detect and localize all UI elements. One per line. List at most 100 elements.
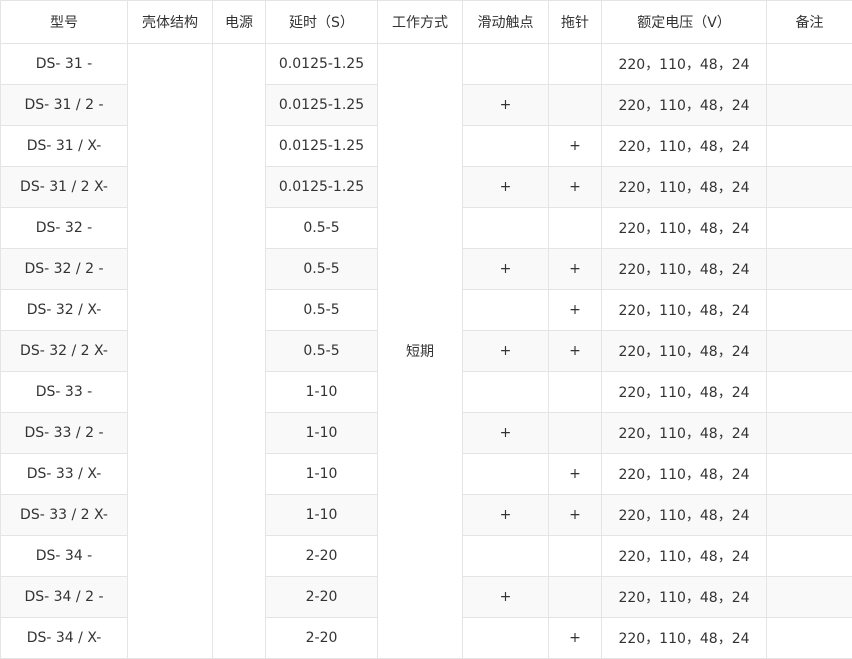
cell-drag-needle: + [549,495,602,536]
cell-rated-voltage: 220，110，48，24 [602,208,767,249]
cell-delay: 0.5-5 [266,331,378,372]
cell-model: DS- 32 / X- [1,290,128,331]
cell-remarks [767,85,852,126]
cell-remarks [767,618,852,659]
cell-housing [128,44,213,659]
cell-model: DS- 34 / 2 - [1,577,128,618]
cell-model: DS- 31 - [1,44,128,85]
cell-sliding-contact [463,44,549,85]
cell-drag-needle [549,44,602,85]
cell-remarks [767,331,852,372]
cell-model: DS- 33 - [1,372,128,413]
header-power: 电源 [213,1,266,44]
cell-remarks [767,290,852,331]
cell-sliding-contact: + [463,577,549,618]
cell-remarks [767,126,852,167]
cell-sliding-contact [463,126,549,167]
cell-model: DS- 34 - [1,536,128,577]
cell-remarks [767,372,852,413]
cell-work-mode: 短期 [378,44,463,659]
header-drag-needle: 拖针 [549,1,602,44]
cell-remarks [767,44,852,85]
cell-delay: 2-20 [266,536,378,577]
cell-sliding-contact [463,208,549,249]
header-model: 型号 [1,1,128,44]
cell-delay: 1-10 [266,495,378,536]
cell-delay: 2-20 [266,577,378,618]
cell-drag-needle: + [549,249,602,290]
table-header: 型号 壳体结构 电源 延时（S） 工作方式 滑动触点 拖针 额定电压（V） 备注 [1,1,852,44]
cell-drag-needle: + [549,331,602,372]
cell-model: DS- 34 / X- [1,618,128,659]
cell-drag-needle: + [549,290,602,331]
cell-sliding-contact: + [463,413,549,454]
header-sliding-contact: 滑动触点 [463,1,549,44]
cell-rated-voltage: 220，110，48，24 [602,167,767,208]
header-remarks: 备注 [767,1,852,44]
cell-model: DS- 33 / X- [1,454,128,495]
cell-drag-needle [549,413,602,454]
cell-delay: 0.0125-1.25 [266,167,378,208]
cell-rated-voltage: 220，110，48，24 [602,372,767,413]
cell-power [213,44,266,659]
cell-drag-needle: + [549,167,602,208]
cell-remarks [767,208,852,249]
cell-delay: 0.0125-1.25 [266,44,378,85]
cell-model: DS- 31 / X- [1,126,128,167]
cell-drag-needle: + [549,618,602,659]
cell-model: DS- 32 - [1,208,128,249]
cell-drag-needle: + [549,454,602,495]
cell-delay: 0.0125-1.25 [266,85,378,126]
cell-delay: 2-20 [266,618,378,659]
cell-rated-voltage: 220，110，48，24 [602,577,767,618]
cell-rated-voltage: 220，110，48，24 [602,618,767,659]
cell-remarks [767,249,852,290]
header-housing: 壳体结构 [128,1,213,44]
cell-delay: 0.5-5 [266,208,378,249]
cell-delay: 1-10 [266,454,378,495]
cell-remarks [767,167,852,208]
cell-rated-voltage: 220，110，48，24 [602,249,767,290]
header-delay: 延时（S） [266,1,378,44]
cell-rated-voltage: 220，110，48，24 [602,44,767,85]
cell-rated-voltage: 220，110，48，24 [602,495,767,536]
header-work-mode: 工作方式 [378,1,463,44]
cell-delay: 0.0125-1.25 [266,126,378,167]
cell-drag-needle [549,372,602,413]
cell-sliding-contact: + [463,249,549,290]
header-rated-voltage: 额定电压（V） [602,1,767,44]
cell-model: DS- 33 / 2 - [1,413,128,454]
cell-delay: 0.5-5 [266,290,378,331]
cell-remarks [767,536,852,577]
cell-delay: 1-10 [266,413,378,454]
cell-remarks [767,454,852,495]
cell-rated-voltage: 220，110，48，24 [602,126,767,167]
table-row: DS- 31 -0.0125-1.25短期220，110，48，24 [1,44,852,85]
cell-model: DS- 32 / 2 X- [1,331,128,372]
cell-sliding-contact [463,454,549,495]
cell-model: DS- 31 / 2 X- [1,167,128,208]
cell-remarks [767,413,852,454]
cell-drag-needle [549,208,602,249]
cell-sliding-contact: + [463,331,549,372]
cell-sliding-contact [463,618,549,659]
cell-drag-needle: + [549,126,602,167]
cell-rated-voltage: 220，110，48，24 [602,454,767,495]
table-body: DS- 31 - 0.0125-1.25短期 220，110，48，24 DS- 31… [1,44,852,659]
cell-drag-needle [549,85,602,126]
cell-sliding-contact [463,372,549,413]
cell-sliding-contact [463,290,549,331]
cell-rated-voltage: 220，110，48，24 [602,413,767,454]
header-row: 型号 壳体结构 电源 延时（S） 工作方式 滑动触点 拖针 额定电压（V） 备注 [1,1,852,44]
cell-rated-voltage: 220，110，48，24 [602,331,767,372]
cell-model: DS- 32 / 2 - [1,249,128,290]
cell-model: DS- 31 / 2 - [1,85,128,126]
cell-remarks [767,495,852,536]
cell-rated-voltage: 220，110，48，24 [602,85,767,126]
cell-sliding-contact: + [463,85,549,126]
cell-sliding-contact: + [463,167,549,208]
cell-drag-needle [549,536,602,577]
cell-model: DS- 33 / 2 X- [1,495,128,536]
cell-delay: 0.5-5 [266,249,378,290]
cell-rated-voltage: 220，110，48，24 [602,536,767,577]
